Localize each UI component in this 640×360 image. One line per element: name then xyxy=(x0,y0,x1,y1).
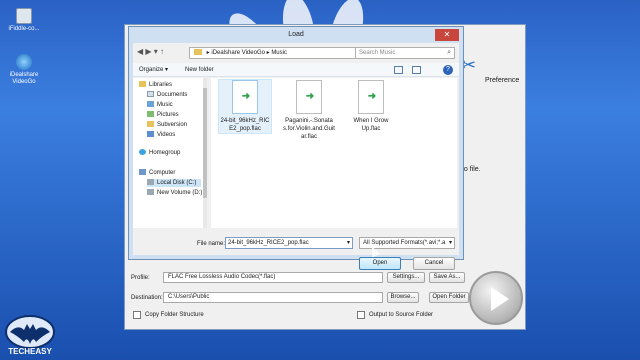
audio-file-icon: ➜ xyxy=(358,80,384,114)
search-icon: ⌕ xyxy=(447,49,451,56)
copy-folder-label: Copy Folder Structure xyxy=(145,312,204,318)
settings-button[interactable]: Settings... xyxy=(387,272,425,283)
play-icon xyxy=(491,287,509,311)
help-icon[interactable]: ? xyxy=(443,65,453,75)
desktop-icon-label: iDealshare VideoGo xyxy=(9,72,39,85)
output-to-source-checkbox[interactable] xyxy=(357,311,365,319)
tree-item-documents[interactable]: Documents xyxy=(147,91,187,99)
audio-file-icon: ➜ xyxy=(232,80,258,114)
file-item[interactable]: ➜ 24-bit_96kHz_RICE2_pop.flac xyxy=(218,79,272,134)
destination-field[interactable]: C:\Users\Public xyxy=(163,292,383,303)
documents-icon xyxy=(147,91,154,98)
up-arrow-icon[interactable]: ↑ xyxy=(160,47,164,56)
output-to-source-label: Output to Source Folder xyxy=(369,312,434,318)
nav-buttons: ◀ ▶ ▾ ↑ xyxy=(137,47,164,56)
view-options-icon[interactable] xyxy=(394,66,403,74)
tree-item-local-disk[interactable]: Local Disk (C:) xyxy=(147,179,201,187)
recent-chevron-icon[interactable]: ▾ xyxy=(154,47,158,56)
tree-item-computer[interactable]: Computer xyxy=(139,169,175,177)
subversion-icon xyxy=(147,121,154,128)
app-icon xyxy=(16,8,32,24)
videogo-app-icon xyxy=(16,54,32,70)
tree-item-libraries[interactable]: Libraries xyxy=(139,81,172,89)
file-name: 24-bit_96kHz_RICE2_pop.flac xyxy=(220,118,270,132)
organize-menu[interactable]: Organize ▾ xyxy=(139,65,168,75)
search-input[interactable]: Search Music ⌕ xyxy=(355,47,455,59)
chevron-down-icon[interactable]: ▾ xyxy=(347,238,350,248)
dialog-body: ◀ ▶ ▾ ↑ ▸ iDealshare VideoGo ▸ Music Sea… xyxy=(133,43,459,270)
convert-play-button[interactable] xyxy=(469,271,523,325)
tree-item-pictures[interactable]: Pictures xyxy=(147,111,179,119)
profile-label: Profile: xyxy=(131,275,150,281)
save-as-button[interactable]: Save As... xyxy=(429,272,465,283)
tree-item-music[interactable]: Music xyxy=(147,101,173,109)
open-button[interactable]: Open xyxy=(359,257,401,270)
back-arrow-icon[interactable]: ◀ xyxy=(137,47,143,56)
file-name: Paganini.-.Sonatas.for.Violin.and.Guitar… xyxy=(283,118,335,140)
desktop-icon[interactable]: iFiddle-co... xyxy=(2,8,46,33)
profile-select[interactable]: FLAC Free Lossless Audio Codec(*.flac) xyxy=(163,272,383,283)
preference-button[interactable]: ✂ Preference xyxy=(455,31,525,91)
music-icon xyxy=(147,101,154,108)
tree-item-videos[interactable]: Videos xyxy=(147,131,175,139)
file-item[interactable]: ➜ When I Grow Up.flac xyxy=(345,80,397,133)
breadcrumb-item[interactable]: iDealshare VideoGo xyxy=(211,50,265,56)
cancel-button[interactable]: Cancel xyxy=(413,257,455,270)
forward-arrow-icon[interactable]: ▶ xyxy=(145,47,151,56)
copy-folder-checkbox[interactable] xyxy=(133,311,141,319)
videos-icon xyxy=(147,131,154,138)
tree-item-new-volume[interactable]: New Volume (D:) xyxy=(147,189,202,197)
close-button[interactable]: ✕ xyxy=(435,29,459,41)
file-list: ➜ 24-bit_96kHz_RICE2_pop.flac ➜ Paganini… xyxy=(211,78,457,228)
desktop-icon[interactable]: iDealshare VideoGo xyxy=(2,54,46,86)
tree-item-homegroup[interactable]: Homegroup xyxy=(139,149,180,157)
drive-icon xyxy=(147,189,154,196)
pictures-icon xyxy=(147,111,154,118)
preference-label: Preference xyxy=(485,77,520,84)
file-item[interactable]: ➜ Paganini.-.Sonatas.for.Violin.and.Guit… xyxy=(283,80,335,141)
browse-button[interactable]: Browse... xyxy=(387,292,419,303)
file-name: When I Grow Up.flac xyxy=(353,118,389,132)
scrollbar-thumb[interactable] xyxy=(203,88,207,198)
homegroup-icon xyxy=(139,149,146,156)
libraries-icon xyxy=(139,81,146,88)
new-folder-button[interactable]: New folder xyxy=(185,65,214,75)
preview-pane-icon[interactable] xyxy=(412,66,421,74)
tree-item-subversion[interactable]: Subversion xyxy=(147,121,187,129)
watermark-text: TECHEASY xyxy=(8,347,52,356)
tree-scrollbar[interactable] xyxy=(203,78,207,228)
breadcrumb-item[interactable]: Music xyxy=(271,50,287,56)
dialog-title: Load xyxy=(288,31,304,38)
local-disk-icon xyxy=(147,179,154,186)
computer-icon xyxy=(139,169,146,176)
chevron-down-icon[interactable]: ▾ xyxy=(449,238,452,248)
desktop-icon-label: iFiddle-co... xyxy=(8,26,40,32)
techeasy-logo: TECHEASY xyxy=(5,315,55,356)
load-dialog: Load ✕ ◀ ▶ ▾ ↑ ▸ iDealshare VideoGo ▸ Mu… xyxy=(128,26,464,270)
dialog-toolbar: Organize ▾ New folder ? xyxy=(133,63,459,77)
audio-file-icon: ➜ xyxy=(296,80,322,114)
file-name-label: File name: xyxy=(197,241,226,247)
destination-label: Destination: xyxy=(131,295,163,301)
folder-icon xyxy=(194,49,202,56)
navigation-pane: Libraries Documents Music Pictures Subve… xyxy=(133,78,207,228)
file-name-input[interactable]: 24-bit_96kHz_RICE2_pop.flac ▾ xyxy=(225,237,353,249)
open-folder-button[interactable]: Open Folder xyxy=(429,292,469,303)
